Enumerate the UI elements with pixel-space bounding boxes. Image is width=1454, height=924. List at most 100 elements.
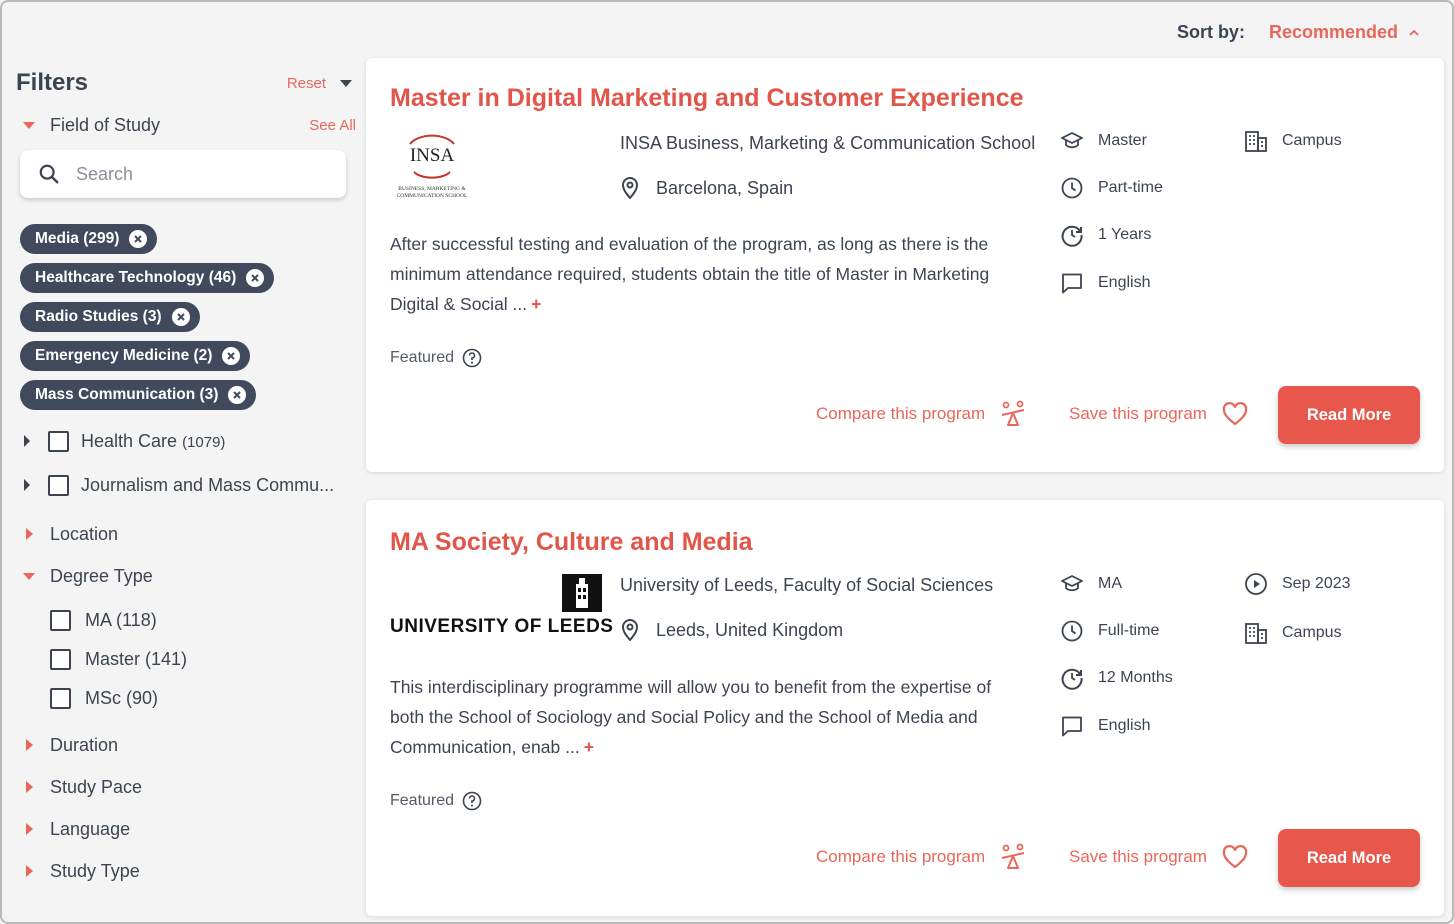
section-label: Study Type [50, 860, 140, 881]
caret-right-icon[interactable] [18, 823, 40, 835]
section-language[interactable]: Language [16, 808, 356, 850]
section-label: Study Pace [50, 776, 143, 797]
section-location[interactable]: Location [16, 513, 356, 555]
program-description: This interdisciplinary programme will al… [390, 677, 992, 757]
logo-text: INSA [409, 145, 455, 166]
save-label: Save this program [1069, 404, 1207, 423]
school-name[interactable]: University of Leeds, Faculty of Social S… [620, 575, 993, 596]
degree-option-ma[interactable]: MA (118) [16, 601, 356, 640]
read-more-button[interactable]: Read More [1278, 829, 1420, 887]
heart-icon [1222, 845, 1248, 869]
caret-right-icon[interactable] [18, 865, 40, 877]
degree-option-master[interactable]: Master (141) [16, 640, 356, 679]
filter-chip[interactable]: Mass Communication (3) [20, 380, 257, 410]
speech-bubble-icon [1062, 273, 1082, 294]
close-icon[interactable] [171, 308, 190, 326]
logo-subtext: BUSINESS, MARKETING & COMMUNICATION SCHO… [396, 186, 468, 199]
reset-control[interactable]: Reset [287, 75, 352, 92]
compare-icon [1001, 843, 1025, 869]
section-field-of-study[interactable]: Field of Study See All [16, 104, 356, 146]
save-program-button[interactable]: Save this program [1069, 843, 1249, 871]
help-icon[interactable] [462, 791, 482, 811]
meta-duration: 12 Months [1060, 666, 1173, 690]
read-more-button[interactable]: Read More [1278, 386, 1420, 444]
caret-down-icon[interactable] [18, 572, 40, 580]
filter-chip[interactable]: Media (299) [20, 224, 158, 254]
degree-options: MA (118) Master (141) MSc (90) [16, 601, 356, 718]
compare-icon [1001, 400, 1025, 426]
search-input[interactable] [76, 163, 296, 185]
school-logo: UNIVERSITY OF LEEDS [390, 574, 613, 637]
chip-label: Radio Studies (3) [35, 308, 162, 325]
filter-chip[interactable]: Emergency Medicine (2) [20, 341, 251, 371]
history-icon [1061, 225, 1083, 247]
caret-right-icon[interactable] [16, 479, 38, 491]
building-icon [1245, 623, 1267, 644]
section-duration[interactable]: Duration [16, 724, 356, 766]
chip-label: Emergency Medicine (2) [35, 347, 213, 364]
location-text: Barcelona, Spain [656, 177, 794, 198]
play-circle-icon [1245, 573, 1267, 595]
section-degree-type[interactable]: Degree Type [16, 555, 356, 597]
filters-header: Filters Reset [16, 66, 356, 100]
expand-plus-icon[interactable]: + [531, 294, 541, 314]
program-title[interactable]: MA Society, Culture and Media [390, 528, 753, 557]
checkbox[interactable] [50, 610, 71, 631]
meta-degree: Master [1060, 129, 1147, 153]
caret-down-icon[interactable] [340, 79, 352, 87]
sort-value: Recommended [1268, 22, 1398, 42]
sort-dropdown[interactable]: Recommended [1269, 22, 1420, 43]
caret-down-icon[interactable] [18, 121, 40, 129]
caret-right-icon[interactable] [16, 435, 38, 447]
clock-icon [1061, 620, 1083, 642]
caret-right-icon[interactable] [18, 781, 40, 793]
checkbox[interactable] [48, 474, 69, 496]
checkbox[interactable] [48, 430, 69, 452]
building-icon [1245, 131, 1267, 152]
chip-label: Mass Communication (3) [35, 386, 219, 403]
section-label: Location [50, 523, 119, 544]
search-icon [39, 164, 59, 184]
chevron-up-icon [1409, 29, 1419, 36]
meta-pace: Full-time [1060, 619, 1159, 643]
close-icon[interactable] [222, 347, 241, 365]
section-label: Language [50, 818, 131, 839]
featured-label: Featured [390, 348, 482, 368]
section-study-pace[interactable]: Study Pace [16, 766, 356, 808]
help-icon[interactable] [462, 348, 482, 368]
subitem-health-care[interactable]: Health Care (1079) [16, 419, 356, 463]
school-name[interactable]: INSA Business, Marketing & Communication… [620, 133, 1035, 154]
checkbox[interactable] [50, 688, 71, 709]
compare-program-button[interactable]: Compare this program [816, 400, 1027, 428]
program-card: MA Society, Culture and Media UNIVERSITY… [366, 500, 1444, 916]
heart-icon [1222, 402, 1248, 426]
compare-program-button[interactable]: Compare this program [816, 843, 1027, 871]
location: Leeds, United Kingdom [620, 619, 843, 641]
filter-chip[interactable]: Healthcare Technology (46) [20, 263, 275, 293]
graduation-cap-icon [1061, 132, 1083, 149]
field-search-box[interactable] [20, 150, 346, 198]
caret-right-icon[interactable] [18, 528, 40, 540]
close-icon[interactable] [228, 386, 247, 404]
meta-start-date: Sep 2023 [1244, 572, 1351, 596]
caret-right-icon[interactable] [18, 739, 40, 751]
option-label: Master (141) [85, 649, 188, 669]
section-study-type[interactable]: Study Type [16, 850, 356, 892]
featured-label: Featured [390, 791, 482, 811]
degree-option-msc[interactable]: MSc (90) [16, 679, 356, 718]
expand-plus-icon[interactable]: + [584, 737, 594, 757]
checkbox[interactable] [50, 649, 71, 670]
save-program-button[interactable]: Save this program [1069, 400, 1249, 428]
meta-format: Campus [1244, 129, 1342, 153]
close-icon[interactable] [129, 230, 148, 248]
subitem-journalism[interactable]: Journalism and Mass Commu... [16, 463, 356, 507]
selected-chips: Media (299) Healthcare Technology (46) R… [20, 224, 356, 419]
close-icon[interactable] [246, 269, 265, 287]
program-title[interactable]: Master in Digital Marketing and Customer… [390, 84, 1024, 113]
reset-button[interactable]: Reset [287, 75, 326, 92]
filter-chip[interactable]: Radio Studies (3) [20, 302, 200, 332]
meta-format: Campus [1244, 621, 1342, 645]
location-text: Leeds, United Kingdom [656, 619, 844, 640]
chip-label: Media (299) [35, 230, 120, 247]
see-all-link[interactable]: See All [309, 117, 356, 134]
